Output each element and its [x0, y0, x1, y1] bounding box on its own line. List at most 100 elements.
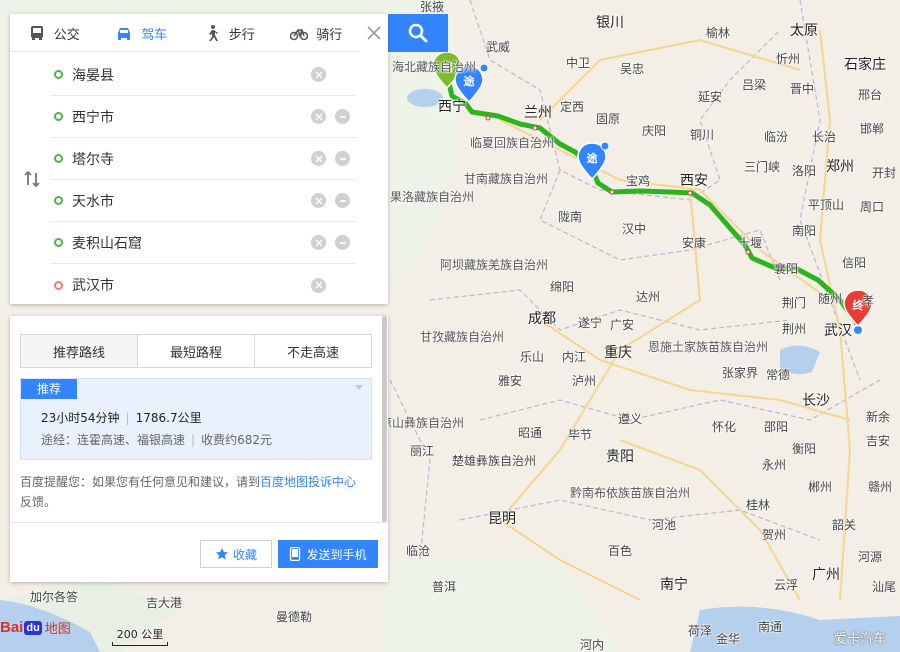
map-label: 定西 [560, 100, 585, 114]
map-label: 南阳 [792, 224, 817, 238]
collapse-arrow-icon[interactable] [355, 385, 363, 390]
map-label: 陇南 [558, 210, 583, 224]
clear-stop-button[interactable] [311, 193, 326, 208]
via-marker-label: 途 [464, 74, 476, 88]
remove-stop-button[interactable] [335, 109, 350, 124]
tab-label: 驾车 [141, 27, 168, 43]
clear-icon [314, 196, 323, 205]
map-label: 临沧 [406, 544, 431, 558]
waypoint-dot-icon [54, 196, 63, 205]
map-label: 随州 [818, 292, 843, 306]
plan-tabs: 推荐路线 最短路程 不走高速 [20, 334, 372, 368]
car-icon [118, 28, 131, 40]
stop-row[interactable]: 海晏县 [50, 54, 356, 96]
star-icon [215, 548, 228, 560]
remove-stop-button[interactable] [335, 151, 350, 166]
route-point [745, 249, 751, 255]
plan-card[interactable]: 推荐 23小时54分钟 | 1786.7公里 途经：连霍高速、福银高速 | 收费约682… [20, 378, 372, 460]
stop-row[interactable]: 天水市 [50, 180, 356, 222]
map-label: 张家界 [722, 366, 759, 380]
map-label: 乐山 [520, 350, 545, 364]
map-label: 西安 [680, 173, 708, 189]
map-label: 昆明 [488, 511, 516, 527]
map-label: 甘孜藏族自治州 [420, 330, 505, 344]
route-point [687, 190, 693, 196]
tab-shortest[interactable]: 最短路程 [138, 335, 255, 367]
plan-stats: 23小时54分钟 | 1786.7公里 [41, 409, 202, 426]
clear-stop-button[interactable] [311, 67, 326, 82]
map-label: 长治 [812, 130, 837, 144]
map-label: 重庆 [604, 345, 632, 361]
map-label: 黔南布依族苗族自治州 [570, 486, 691, 500]
map-label: 安康 [682, 236, 707, 250]
map-label: 洛阳 [792, 164, 817, 178]
map-label: 太原 [790, 23, 818, 39]
map-label: 庆阳 [642, 124, 667, 138]
map-label: 河内 [580, 638, 605, 652]
favorite-button[interactable]: 收藏 [200, 540, 272, 568]
clear-stop-button[interactable] [311, 235, 326, 250]
map-label: 邵阳 [764, 420, 789, 434]
map-label: 百色 [608, 544, 633, 558]
result-scrollbar[interactable] [382, 316, 387, 522]
close-icon [367, 26, 381, 40]
map-label: 开封 [872, 166, 897, 180]
separator: | [125, 411, 130, 425]
stop-row[interactable]: 塔尔寺 [50, 138, 356, 180]
map-label: 吉安 [866, 434, 891, 448]
plan-duration: 23小时54分钟 [41, 411, 120, 425]
map-label: 河池 [652, 518, 677, 532]
map-label: 铜川 [690, 128, 715, 142]
map-label: 衡阳 [792, 442, 817, 456]
stop-row[interactable]: 西宁市 [50, 96, 356, 138]
map-label: 达州 [636, 290, 661, 304]
stop-row[interactable]: 武汉市 [50, 264, 356, 306]
notice-prefix: 百度提醒您：如果您有任何意见和建议，请到 [20, 475, 261, 489]
map-label: 中卫 [566, 56, 591, 70]
result-panel: 推荐路线 最短路程 不走高速 推荐 23小时54分钟 | 1786.7公里 途经：连… [10, 316, 388, 582]
map-label: 永州 [762, 458, 787, 472]
scale-bar [112, 642, 168, 646]
map-label: 贺州 [762, 528, 787, 542]
waypoint-dot-icon [54, 238, 63, 247]
map-label: 长沙 [802, 393, 830, 409]
close-button[interactable] [360, 14, 388, 52]
tab-bike[interactable]: 骑行 [273, 14, 361, 52]
remove-stop-button[interactable] [335, 193, 350, 208]
clear-stop-button[interactable] [311, 151, 326, 166]
map-label: 毕节 [568, 428, 593, 442]
feedback-notice: 百度提醒您：如果您有任何意见和建议，请到百度地图投诉中心 反馈。 [20, 472, 372, 512]
route-point [532, 125, 538, 131]
clear-icon [314, 281, 323, 289]
plan-toll: 收费约682元 [201, 433, 272, 447]
map-label: 绵阳 [550, 280, 575, 294]
map-label: 邢台 [858, 88, 883, 102]
plan-badge: 推荐 [21, 379, 78, 399]
tab-recommended[interactable]: 推荐路线 [21, 335, 138, 367]
tab-no-highway[interactable]: 不走高速 [255, 335, 371, 367]
swap-stops-icon[interactable] [22, 169, 42, 189]
tab-walk[interactable]: 步行 [185, 14, 273, 52]
stop-row[interactable]: 麦积山石窟 [50, 222, 356, 264]
clear-stop-button[interactable] [311, 109, 326, 124]
plan-distance: 1786.7公里 [135, 411, 202, 425]
remove-stop-button[interactable] [335, 235, 350, 250]
divider [10, 522, 388, 523]
tab-drive[interactable]: 驾车 [98, 14, 186, 52]
travel-mode-tabs: 公交 驾车 步行 骑行 [10, 14, 360, 52]
tab-bus[interactable]: 公交 [10, 14, 98, 52]
send-to-phone-button[interactable]: 发送到手机 [278, 540, 378, 568]
route-point [485, 115, 491, 121]
destination-dot-icon [54, 280, 63, 290]
map-label: 新余 [866, 410, 891, 424]
map-label: 韶关 [832, 518, 857, 532]
map-label: 临夏回族自治州 [470, 136, 555, 150]
complaint-center-link[interactable]: 百度地图投诉中心 [260, 475, 356, 489]
map-label: 十堰 [738, 236, 763, 250]
map-label: 三门峡 [744, 160, 781, 174]
clear-stop-button[interactable] [311, 277, 326, 293]
search-button[interactable] [388, 14, 448, 52]
map-label: 桂林 [746, 498, 771, 512]
map-label: 信阳 [842, 256, 867, 270]
map-label: 晋中 [790, 82, 815, 96]
